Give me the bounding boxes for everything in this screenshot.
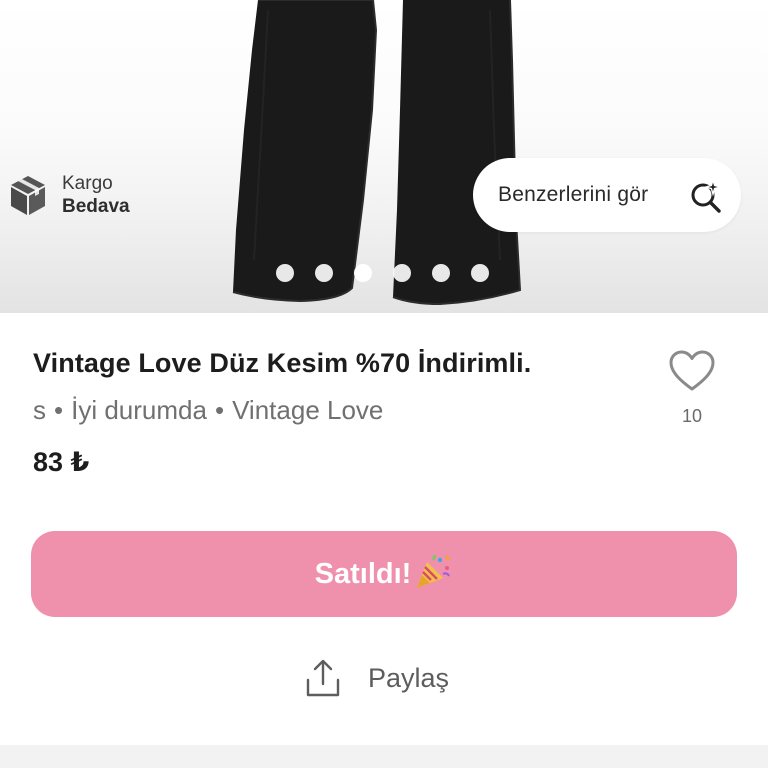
carousel-dot-active[interactable] (354, 264, 372, 282)
heart-icon (669, 350, 715, 391)
product-price: 83 ₺ (33, 447, 90, 477)
product-title: Vintage Love Düz Kesim %70 İndirimli. (33, 348, 532, 378)
carousel-dot[interactable] (393, 264, 411, 282)
box-icon (11, 176, 45, 215)
sold-button[interactable]: Satıldı! (31, 531, 737, 617)
free-shipping-badge: Kargo Bedava (8, 172, 130, 218)
product-condition: İyi durumda (71, 395, 207, 425)
carousel-dot[interactable] (432, 264, 450, 282)
sold-label: Satıldı! (314, 557, 412, 590)
carousel-dot[interactable] (276, 264, 294, 282)
carousel-dot[interactable] (471, 264, 489, 282)
shipping-value: Bedava (62, 196, 130, 217)
share-button[interactable]: Paylaş (304, 658, 449, 698)
product-meta: s • İyi durumda • Vintage Love (33, 395, 383, 426)
product-brand[interactable]: Vintage Love (232, 395, 383, 425)
share-icon (306, 659, 340, 697)
search-sparkle-icon (691, 178, 723, 213)
meta-separator: • (54, 395, 64, 425)
product-photo[interactable]: Kargo Bedava Benzerlerini gör (0, 0, 768, 313)
bottom-divider (0, 745, 768, 768)
like-button[interactable]: 10 (666, 349, 718, 427)
meta-separator: • (214, 395, 225, 425)
party-popper-icon (417, 554, 451, 588)
like-count: 10 (681, 406, 703, 426)
see-similar-button[interactable]: Benzerlerini gör (473, 158, 741, 232)
share-label: Paylaş (368, 662, 450, 693)
product-size: s (33, 395, 46, 425)
carousel-dot[interactable] (315, 264, 333, 282)
shipping-label: Kargo (62, 173, 113, 194)
see-similar-label: Benzerlerini gör (498, 183, 649, 206)
carousel-dots (276, 264, 489, 282)
